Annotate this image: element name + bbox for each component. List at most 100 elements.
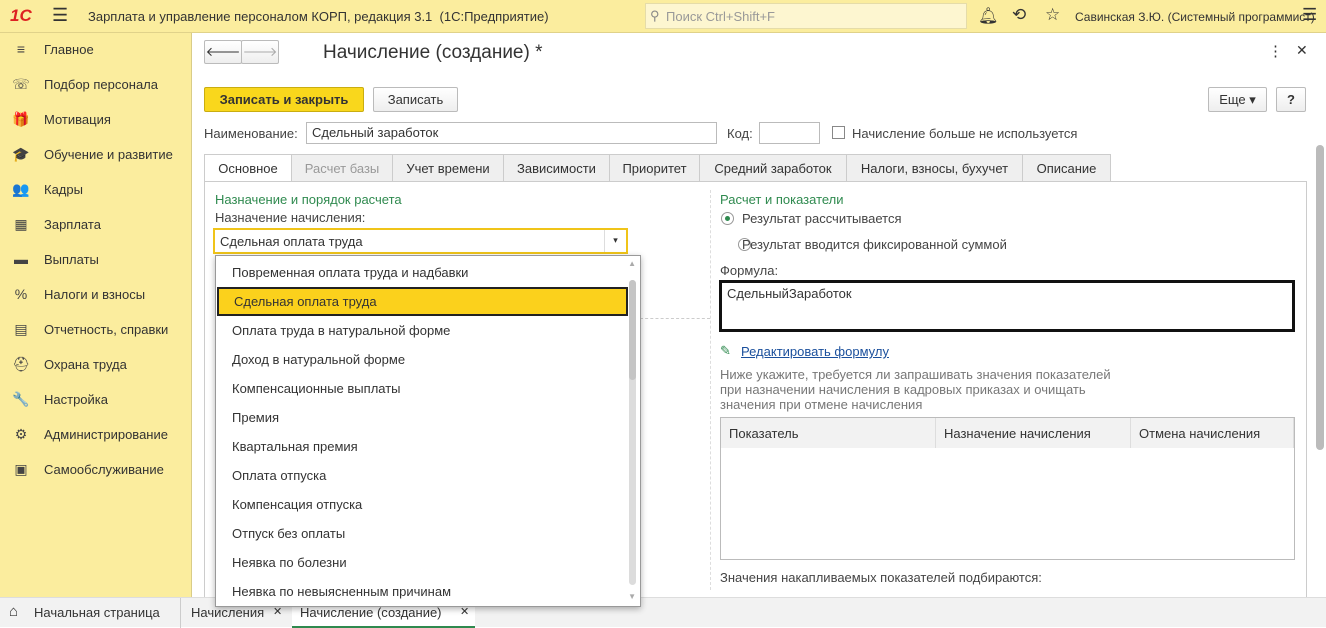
menu-icon[interactable]: ☰ bbox=[52, 5, 68, 26]
scroll-up-icon[interactable]: ▲ bbox=[628, 259, 636, 268]
close-icon[interactable]: ✕ bbox=[1296, 42, 1308, 59]
dropdown-option[interactable]: Премия bbox=[217, 403, 628, 432]
unused-label: Начисление больше не используется bbox=[852, 126, 1078, 141]
dropdown-scrollbar[interactable] bbox=[629, 280, 636, 380]
sidebar-item-label: Настройка bbox=[44, 391, 108, 407]
tab[interactable]: Приоритет bbox=[609, 154, 700, 181]
column-header[interactable]: Отмена начисления bbox=[1131, 418, 1294, 448]
column-header[interactable]: Показатель bbox=[721, 418, 936, 448]
tab[interactable]: Средний заработок bbox=[699, 154, 847, 181]
sidebar-item-label: Отчетность, справки bbox=[44, 321, 169, 337]
sidebar-icon: ☏ bbox=[12, 75, 30, 92]
dropdown-option[interactable]: Компенсационные выплаты bbox=[217, 374, 628, 403]
search-icon: ⚲ bbox=[650, 8, 660, 23]
bell-icon[interactable]: 🔔︎ bbox=[978, 6, 998, 26]
open-windows-bar: ⌂ Начальная страница Начисления ✕ Начисл… bbox=[0, 597, 1326, 628]
dropdown-option[interactable]: Оплата труда в натуральной форме bbox=[217, 316, 628, 345]
tab-separator bbox=[180, 598, 181, 628]
window-tab-current-label: Начисление (создание) bbox=[300, 605, 442, 620]
purpose-select[interactable]: Сдельная оплата труда ▾ bbox=[213, 228, 628, 254]
code-input[interactable] bbox=[759, 122, 820, 144]
dropdown-option[interactable]: Отпуск без оплаты bbox=[217, 519, 628, 548]
radio-calculated-label[interactable]: Результат рассчитывается bbox=[742, 211, 902, 226]
sidebar: ≡ Главное ☏ Подбор персонала 🎁 Мотивация 🎓 Обуч… bbox=[0, 33, 192, 597]
sidebar-icon: ⛑ bbox=[12, 355, 30, 372]
accum-note: Значения накапливаемых показателей подби… bbox=[720, 570, 1042, 585]
sidebar-icon: ▤ bbox=[14, 320, 28, 337]
history-icon[interactable]: ⟲ bbox=[1012, 5, 1026, 25]
back-button[interactable]: 🡐 bbox=[204, 40, 242, 64]
search-input[interactable]: ⚲ Поиск Ctrl+Shift+F bbox=[645, 3, 967, 29]
dropdown-option[interactable]: Компенсация отпуска bbox=[217, 490, 628, 519]
section-calc-title: Расчет и показатели bbox=[720, 192, 844, 207]
pencil-icon: ✎ bbox=[720, 343, 731, 358]
column-header[interactable]: Назначение начисления bbox=[936, 418, 1131, 448]
purpose-dropdown-list: ▲ ▼ Повременная оплата труда и надбавки С… bbox=[215, 255, 641, 607]
radio-calculated[interactable] bbox=[721, 212, 734, 225]
radio-fixed-label[interactable]: Результат вводится фиксированной суммой bbox=[742, 237, 1007, 252]
more-actions-icon[interactable]: ⋮ bbox=[1268, 42, 1283, 60]
name-input[interactable]: Сдельный заработок bbox=[306, 122, 717, 144]
section-purpose-title: Назначение и порядок расчета bbox=[215, 192, 402, 207]
window-tab-home[interactable]: Начальная страница bbox=[34, 605, 160, 620]
sidebar-item[interactable]: ☏ Подбор персонала bbox=[12, 74, 158, 94]
sidebar-item[interactable]: 🎓 Обучение и развитие bbox=[12, 144, 173, 164]
dropdown-option[interactable]: Неявка по невыясненным причинам bbox=[217, 577, 628, 606]
sidebar-item[interactable]: ▣ Самообслуживание bbox=[12, 459, 163, 479]
scroll-down-icon[interactable]: ▼ bbox=[628, 592, 636, 601]
hint-text: Ниже укажите, требуется ли запрашивать з… bbox=[720, 367, 1111, 412]
sidebar-item[interactable]: ▦ Зарплата bbox=[12, 214, 101, 234]
sidebar-item[interactable]: ▤ Отчетность, справки bbox=[12, 319, 168, 339]
save-button[interactable]: Записать bbox=[373, 87, 458, 112]
dropdown-option[interactable]: Повременная оплата труда и надбавки bbox=[217, 258, 628, 287]
sidebar-item[interactable]: 🎁 Мотивация bbox=[12, 109, 111, 129]
scrollbar[interactable] bbox=[1316, 145, 1324, 450]
sidebar-item[interactable]: 🔧 Настройка bbox=[12, 389, 108, 409]
tab[interactable]: Основное bbox=[204, 154, 292, 182]
sidebar-item[interactable]: ≡ Главное bbox=[12, 39, 94, 59]
star-icon[interactable]: ☆ bbox=[1045, 5, 1060, 25]
home-icon: ⌂ bbox=[9, 603, 19, 620]
app-title: Зарплата и управление персоналом КОРП, р… bbox=[88, 9, 549, 24]
unused-checkbox[interactable] bbox=[832, 126, 845, 139]
sidebar-item[interactable]: % Налоги и взносы bbox=[12, 284, 145, 304]
dropdown-option[interactable]: Неявка по болезни bbox=[217, 548, 628, 577]
tab[interactable]: Зависимости bbox=[503, 154, 610, 181]
sidebar-item[interactable]: ⚙ Администрирование bbox=[12, 424, 168, 444]
forward-button[interactable]: 🡒 bbox=[241, 40, 279, 64]
edit-formula-link[interactable]: Редактировать формулу bbox=[741, 344, 889, 359]
user-name[interactable]: Савинская З.Ю. (Системный программист) bbox=[1075, 10, 1315, 24]
sidebar-item[interactable]: 👥 Кадры bbox=[12, 179, 83, 199]
tab[interactable]: Описание bbox=[1022, 154, 1111, 181]
sidebar-icon: ≡ bbox=[16, 41, 26, 57]
sidebar-icon: 🔧 bbox=[12, 390, 30, 407]
dropdown-option[interactable]: Оплата отпуска bbox=[217, 461, 628, 490]
tab[interactable]: Расчет базы bbox=[291, 154, 393, 181]
tab[interactable]: Налоги, взносы, бухучет bbox=[846, 154, 1023, 181]
sidebar-icon: ▦ bbox=[14, 215, 28, 232]
sidebar-icon: ⚙ bbox=[14, 425, 28, 442]
dropdown-option[interactable]: Квартальная премия bbox=[217, 432, 628, 461]
tab[interactable]: Учет времени bbox=[392, 154, 504, 181]
formula-label: Формула: bbox=[720, 263, 779, 278]
divider bbox=[640, 318, 710, 319]
dropdown-option[interactable]: Сдельная оплата труда bbox=[217, 287, 628, 316]
purpose-label: Назначение начисления: bbox=[215, 210, 366, 225]
formula-field[interactable]: СдельныйЗаработок bbox=[719, 280, 1295, 332]
sidebar-item-label: Подбор персонала bbox=[44, 76, 158, 92]
chevron-down-icon[interactable]: ▾ bbox=[604, 230, 626, 252]
save-and-close-button[interactable]: Записать и закрыть bbox=[204, 87, 364, 112]
window-tab-accruals[interactable]: Начисления bbox=[191, 605, 264, 620]
dropdown-option[interactable]: Доход в натуральной форме bbox=[217, 345, 628, 374]
help-button[interactable]: ? bbox=[1276, 87, 1306, 112]
sidebar-item-label: Зарплата bbox=[44, 216, 101, 232]
column-divider bbox=[710, 190, 711, 590]
sidebar-item-label: Обучение и развитие bbox=[44, 146, 173, 162]
sidebar-icon: % bbox=[14, 286, 28, 302]
sidebar-item[interactable]: ⛑ Охрана труда bbox=[12, 354, 127, 374]
sidebar-item[interactable]: ▬ Выплаты bbox=[12, 249, 99, 269]
more-button[interactable]: Еще ▾ bbox=[1208, 87, 1267, 112]
settings-menu-icon[interactable]: ☰ bbox=[1302, 5, 1317, 25]
sidebar-item-label: Охрана труда bbox=[44, 356, 127, 372]
1c-logo[interactable]: 1С bbox=[10, 6, 32, 26]
